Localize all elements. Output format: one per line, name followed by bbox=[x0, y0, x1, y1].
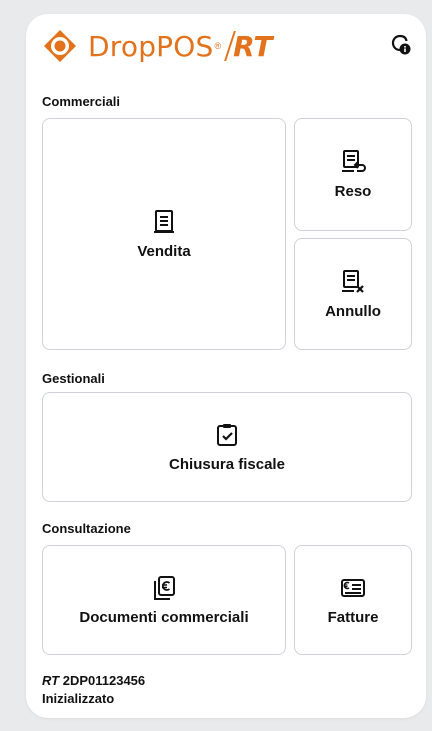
brand-suffix: RT bbox=[233, 29, 273, 63]
chiusura-fiscale-button[interactable]: Chiusura fiscale bbox=[42, 392, 412, 502]
section-consultazione: Consultazione bbox=[42, 521, 131, 536]
chiusura-fiscale-label: Chiusura fiscale bbox=[169, 455, 285, 473]
vendita-label: Vendita bbox=[137, 242, 191, 260]
droppos-logo: DropPOS ® RT bbox=[42, 26, 273, 66]
annullo-label: Annullo bbox=[325, 302, 381, 320]
rt-label: RT bbox=[42, 673, 60, 688]
rt-status: Inizializzato bbox=[42, 691, 115, 706]
invoice-euro-icon bbox=[340, 575, 366, 601]
brand-name: DropPOS bbox=[88, 29, 214, 63]
rt-serial-number: 2DP01123456 bbox=[62, 673, 146, 688]
rt-serial-line: RT 2DP01123456 bbox=[42, 673, 145, 688]
vendita-button[interactable]: Vendita bbox=[42, 118, 286, 350]
receipt-cancel-icon bbox=[340, 269, 366, 295]
reso-label: Reso bbox=[334, 183, 372, 200]
app-header: DropPOS ® RT bbox=[26, 14, 426, 76]
droppos-drop-icon bbox=[44, 30, 76, 62]
documenti-commerciali-label: Documenti commerciali bbox=[79, 608, 249, 626]
receipt-icon bbox=[151, 209, 177, 235]
brand-registered-mark: ® bbox=[214, 41, 222, 51]
info-shield-icon[interactable] bbox=[390, 34, 412, 56]
section-commerciali: Commerciali bbox=[42, 94, 121, 109]
documenti-commerciali-button[interactable]: Documenti commerciali bbox=[42, 545, 286, 655]
fatture-button[interactable]: Fatture bbox=[294, 545, 412, 655]
section-gestionali: Gestionali bbox=[42, 371, 105, 386]
documents-euro-icon bbox=[151, 575, 177, 601]
app-screen: DropPOS ® RT Commerciali Vendita Reso An… bbox=[26, 14, 426, 718]
fatture-label: Fatture bbox=[327, 608, 379, 626]
annullo-button[interactable]: Annullo bbox=[294, 238, 412, 350]
clipboard-check-icon bbox=[214, 422, 240, 448]
receipt-return-icon bbox=[340, 149, 366, 175]
reso-button[interactable]: Reso bbox=[294, 118, 412, 231]
